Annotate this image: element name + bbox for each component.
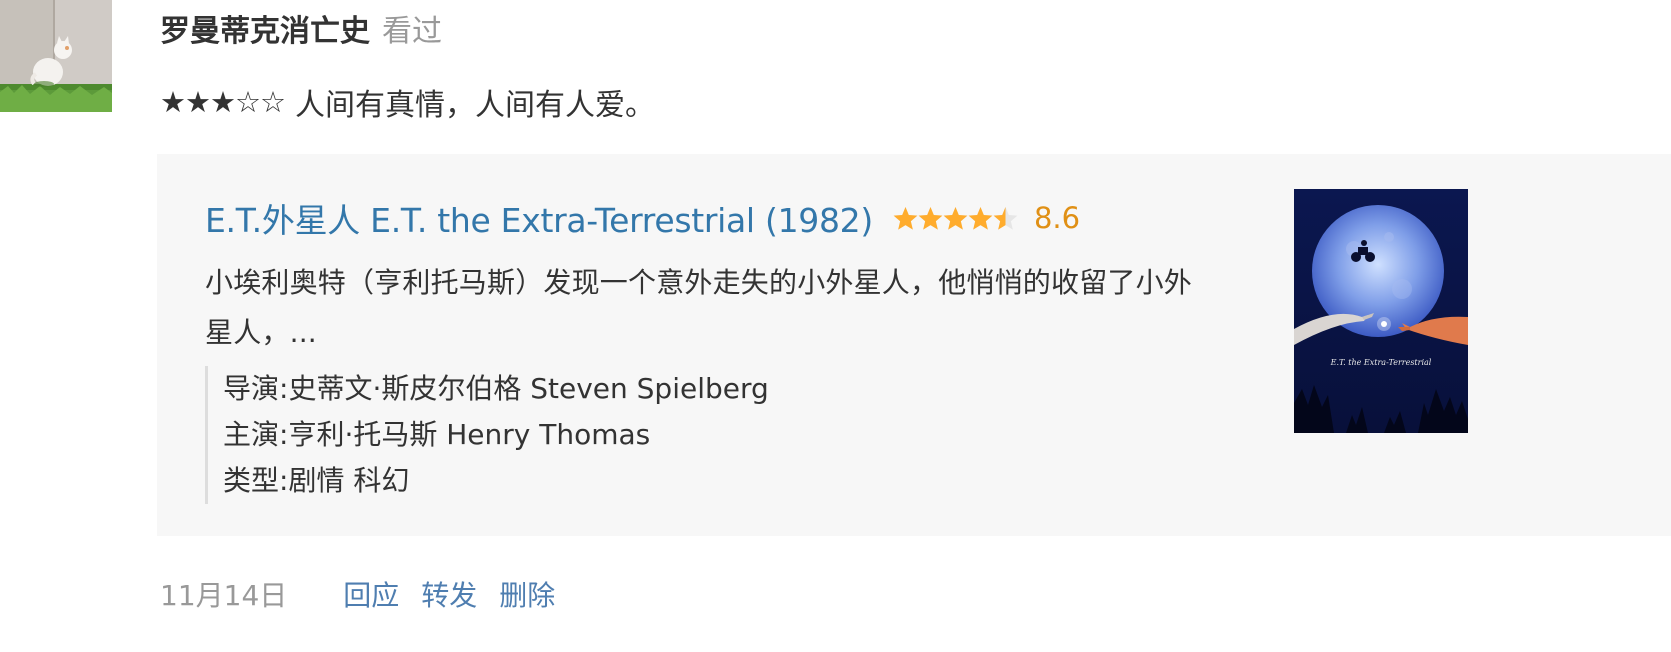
avatar[interactable] <box>0 0 112 112</box>
status-footer: 11月14日 回应 转发 删除 <box>160 574 555 614</box>
movie-card: E.T.外星人 E.T. the Extra-Terrestrial (1982… <box>157 154 1671 536</box>
credit-value: 亨利·托马斯 Henry Thomas <box>288 418 651 451</box>
score-value: 8.6 <box>1033 201 1081 235</box>
credit-label: 主演: <box>223 418 289 451</box>
movie-title-line: E.T.外星人 E.T. the Extra-Terrestrial (1982… <box>205 194 1080 242</box>
score-star-icon <box>993 206 1018 230</box>
user-rating-stars: ★★★☆☆ <box>160 85 286 119</box>
comment-text: 人间有真情，人间有人爱。 <box>295 88 655 123</box>
movie-synopsis: 小埃利奥特（亨利托马斯）发现一个意外走失的小外星人，他悄悄的收留了小外星人，..… <box>205 266 1193 349</box>
forward-link[interactable]: 转发 <box>421 574 477 614</box>
rating-line: ★★★☆☆ 人间有真情，人间有人爱。 <box>160 80 655 124</box>
score-stars <box>893 206 1018 231</box>
status-header: 罗曼蒂克消亡史 看过 <box>160 6 442 50</box>
status-item: 罗曼蒂克消亡史 看过 ★★★☆☆ 人间有真情，人间有人爱。 E.T.外星人 E.… <box>0 0 1671 652</box>
score-star-icon <box>943 206 968 230</box>
avatar-image <box>0 0 112 112</box>
credit-row-cast: 主演:亨利·托马斯 Henry Thomas <box>223 412 769 458</box>
poster-image: E.T. the Extra-Terrestrial <box>1294 189 1468 433</box>
delete-link[interactable]: 删除 <box>499 574 555 614</box>
svg-text:E.T. the Extra-Terrestrial: E.T. the Extra-Terrestrial <box>1330 358 1432 367</box>
movie-title-link[interactable]: E.T.外星人 E.T. the Extra-Terrestrial (1982… <box>205 194 873 242</box>
reply-link[interactable]: 回应 <box>343 574 399 614</box>
credit-label: 类型: <box>223 464 289 497</box>
credit-value: 剧情 科幻 <box>288 464 410 497</box>
action-label: 看过 <box>382 14 442 49</box>
credit-row-genre: 类型:剧情 科幻 <box>223 458 769 504</box>
score-stars-graphic <box>893 206 1018 230</box>
username-link[interactable]: 罗曼蒂克消亡史 <box>160 6 370 50</box>
movie-poster[interactable]: E.T. the Extra-Terrestrial <box>1294 189 1468 433</box>
score-star-icon <box>918 206 943 230</box>
post-date: 11月14日 <box>160 579 288 612</box>
credit-label: 导演: <box>223 372 289 405</box>
score-star-icon <box>893 206 918 230</box>
movie-credits: 导演:史蒂文·斯皮尔伯格 Steven Spielberg 主演:亨利·托马斯 … <box>205 366 769 504</box>
credit-value: 史蒂文·斯皮尔伯格 Steven Spielberg <box>288 372 769 405</box>
score-star-icon <box>968 206 993 230</box>
credit-row-director: 导演:史蒂文·斯皮尔伯格 Steven Spielberg <box>223 366 769 412</box>
